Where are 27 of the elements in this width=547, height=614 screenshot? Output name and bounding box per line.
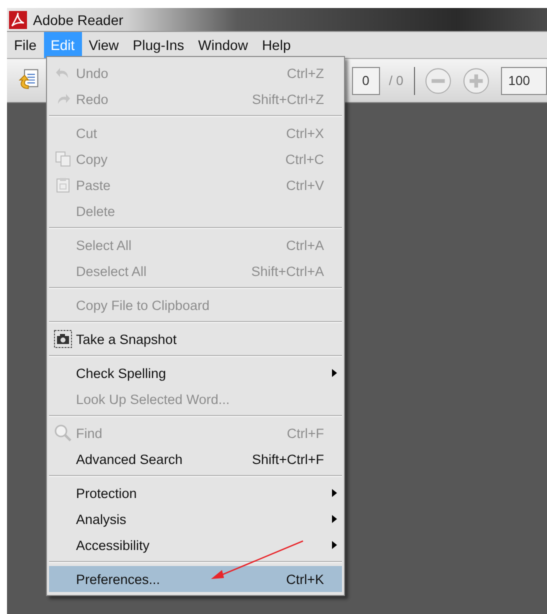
window-title: Adobe Reader: [33, 12, 124, 28]
submenu-arrow-icon: [332, 489, 336, 497]
menu-bar-item[interactable]: Plug-Ins: [126, 32, 192, 58]
camera-icon: [54, 330, 72, 348]
submenu-arrow-icon: [332, 515, 336, 523]
menu-item[interactable]: Check Spelling: [49, 360, 342, 386]
search-icon: [54, 424, 72, 442]
menu-item[interactable]: Analysis: [49, 506, 342, 532]
copy-icon: [54, 151, 70, 167]
menu-bar-item[interactable]: Help: [254, 32, 298, 58]
submenu-arrow-icon: [332, 369, 336, 377]
page-number-field[interactable]: 0: [352, 66, 380, 94]
pdf-logo-icon: [9, 10, 27, 28]
submenu-arrow-icon: [332, 541, 336, 549]
zoom-in-icon[interactable]: [462, 66, 490, 94]
clipboard-icon: [54, 177, 70, 193]
page-count: / 0: [388, 73, 404, 88]
zoom-out-icon[interactable]: [424, 66, 451, 94]
zoom-field[interactable]: 100: [501, 66, 547, 94]
menu-item[interactable]: Advanced Search Shift+Ctrl+F: [49, 446, 342, 472]
menu-item[interactable]: Take a Snapshot: [49, 326, 342, 352]
menu-item[interactable]: Protection: [49, 480, 342, 506]
menu-bar-item[interactable]: Window: [191, 32, 255, 58]
menu-item[interactable]: Preferences... Ctrl+K: [49, 566, 342, 592]
menu-item[interactable]: Accessibility: [49, 532, 342, 558]
menu-bar-item[interactable]: View: [82, 32, 126, 58]
menu-bar-item[interactable]: File: [7, 32, 44, 58]
